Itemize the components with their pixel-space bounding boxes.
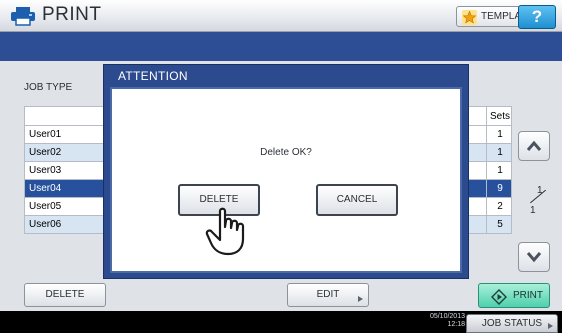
star-icon (462, 10, 477, 25)
print-screen: PRINT TEMPLATE ? JOB TYPE Sets User01 1 … (0, 0, 562, 333)
row-name: User06 (29, 219, 62, 230)
page-total: 1 (530, 205, 536, 216)
row-name: User02 (29, 147, 62, 158)
job-status-label: JOB STATUS (481, 318, 543, 329)
scroll-down-icon (526, 252, 542, 263)
row-sets: 1 (486, 144, 513, 161)
sets-column-header: Sets (486, 107, 513, 125)
dialog-cancel-button[interactable]: CANCEL (316, 184, 398, 216)
row-name: User05 (29, 201, 62, 212)
scroll-up-icon (526, 140, 542, 151)
row-sets: 2 (486, 198, 513, 215)
edit-button[interactable]: EDIT (287, 283, 369, 307)
pointing-hand-icon (205, 207, 245, 256)
job-status-button[interactable]: JOB STATUS (466, 314, 558, 333)
expand-arrow-icon (548, 323, 553, 329)
print-button[interactable]: PRINT (478, 283, 550, 308)
row-sets: 1 (486, 126, 513, 143)
row-name: User04 (29, 183, 62, 194)
attention-dialog: ATTENTION Delete OK? DELETE CANCEL (103, 64, 469, 279)
dialog-body: Delete OK? DELETE CANCEL (110, 87, 462, 273)
dialog-title: ATTENTION (118, 69, 188, 83)
printer-icon (11, 7, 35, 26)
edit-button-label: EDIT (316, 289, 340, 300)
dialog-message: Delete OK? (260, 147, 312, 158)
print-button-label: PRINT (513, 290, 543, 301)
row-sets: 5 (486, 216, 513, 233)
print-diamond-icon (491, 289, 507, 305)
scroll-up-button[interactable] (518, 131, 550, 161)
status-time: 12:18 (447, 321, 465, 328)
row-name: User01 (29, 129, 62, 140)
help-button[interactable]: ? (518, 5, 556, 29)
page-title: PRINT (42, 4, 102, 25)
expand-arrow-icon (358, 296, 363, 302)
delete-button[interactable]: DELETE (24, 283, 106, 307)
status-date: 05/10/2013 (429, 313, 465, 320)
job-type-label: JOB TYPE (24, 82, 73, 93)
title-band (0, 32, 562, 61)
row-sets: 9 (486, 180, 513, 197)
date-time: 05/10/2013 12:18 (425, 313, 465, 329)
title-bar: PRINT TEMPLATE ? (0, 0, 562, 32)
row-sets: 1 (486, 162, 513, 179)
scroll-down-button[interactable] (518, 242, 550, 272)
row-name: User03 (29, 165, 62, 176)
